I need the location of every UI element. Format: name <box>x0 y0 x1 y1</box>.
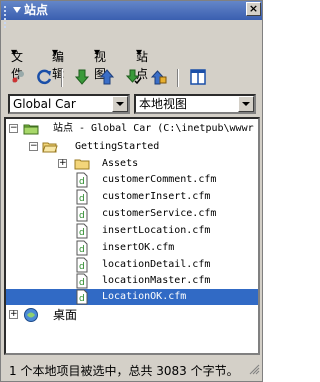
site-panel: 站点 文件 ▾ 编辑 ▾ 视图 ▾ 站点 ▾ Global Car 本地视图 −… <box>0 0 263 382</box>
svg-text:d: d <box>79 278 85 288</box>
site-root-label: 站点 - Global Car (C:\inetpub\wwwr <box>53 123 254 134</box>
menu-view[interactable]: 视图 ▾ <box>94 45 106 81</box>
cfm-file-icon: d <box>74 289 90 305</box>
site-select[interactable]: Global Car <box>8 94 130 114</box>
cfm-file-icon: d <box>74 257 90 273</box>
svg-text:d: d <box>79 211 85 221</box>
panel-titlebar[interactable]: 站点 <box>1 1 262 28</box>
folder-icon <box>74 156 90 172</box>
cfm-file-icon: d <box>74 206 90 222</box>
file-label: locationDetail.cfm <box>102 259 211 270</box>
svg-text:d: d <box>79 245 85 255</box>
drag-grip-icon[interactable] <box>4 5 10 28</box>
refresh-icon[interactable] <box>36 68 54 86</box>
file-label: customerInsert.cfm <box>102 191 211 202</box>
view-select[interactable]: 本地视图 <box>134 94 256 114</box>
menu-edit[interactable]: 编辑 ▾ <box>52 45 64 81</box>
chevron-down-icon[interactable] <box>112 96 128 112</box>
put-files-icon[interactable] <box>98 68 116 86</box>
svg-text:d: d <box>79 294 85 304</box>
file-label: locationMaster.cfm <box>102 275 211 286</box>
site-folder-icon <box>23 121 39 137</box>
cfm-file-icon: d <box>74 189 90 205</box>
desktop-label: 桌面 <box>53 308 78 322</box>
svg-text:d: d <box>79 228 85 238</box>
file-label: customerService.cfm <box>102 208 217 219</box>
chevron-down-icon[interactable] <box>238 96 254 112</box>
desktop-icon <box>23 307 39 323</box>
status-text: 1 个本地项目被选中，总共 3083 个字节。 <box>9 364 239 378</box>
assets-label: Assets <box>102 158 139 169</box>
file-label: LocationOK.cfm <box>102 291 187 302</box>
menu-file[interactable]: 文件 ▾ <box>11 45 23 81</box>
collapse-triangle-icon[interactable] <box>13 7 21 13</box>
collapse-toggle-icon[interactable]: − <box>29 142 38 151</box>
file-label: insertOK.cfm <box>102 242 175 253</box>
cfm-file-icon: d <box>74 223 90 239</box>
svg-text:d: d <box>79 194 85 204</box>
get-files-icon[interactable] <box>73 68 91 86</box>
cfm-file-icon: d <box>74 240 90 256</box>
svg-text:d: d <box>79 262 85 272</box>
expand-toggle-icon[interactable]: + <box>9 310 18 319</box>
file-tree[interactable]: − 站点 - Global Car (C:\inetpub\wwwr − Get… <box>4 117 260 355</box>
expand-toggle-icon[interactable]: + <box>58 159 67 168</box>
toolbar-separator <box>61 69 63 87</box>
cfm-file-icon: d <box>74 273 90 289</box>
cfm-file-icon: d <box>74 172 90 188</box>
resize-grip-icon[interactable] <box>248 363 260 375</box>
collapse-toggle-icon[interactable]: − <box>9 124 18 133</box>
panel-title: 站点 <box>24 3 49 17</box>
close-button[interactable]: × <box>246 2 261 16</box>
check-out-icon[interactable] <box>124 68 142 86</box>
file-label: customerComment.cfm <box>102 174 217 185</box>
file-label: insertLocation.cfm <box>102 225 211 236</box>
expand-panel-icon[interactable] <box>189 68 207 86</box>
check-in-icon[interactable] <box>149 68 167 86</box>
folder-label: GettingStarted <box>75 141 160 152</box>
folder-open-icon <box>42 139 58 155</box>
toolbar-separator <box>177 69 179 87</box>
menu-site[interactable]: 站点 ▾ <box>136 45 148 81</box>
svg-text:d: d <box>79 177 85 187</box>
toolbar <box>1 65 262 91</box>
menu-bar: 文件 ▾ 编辑 ▾ 视图 ▾ 站点 ▾ <box>1 42 262 81</box>
status-bar: 1 个本地项目被选中，总共 3083 个字节。 <box>1 359 262 379</box>
connect-icon[interactable] <box>10 68 28 86</box>
